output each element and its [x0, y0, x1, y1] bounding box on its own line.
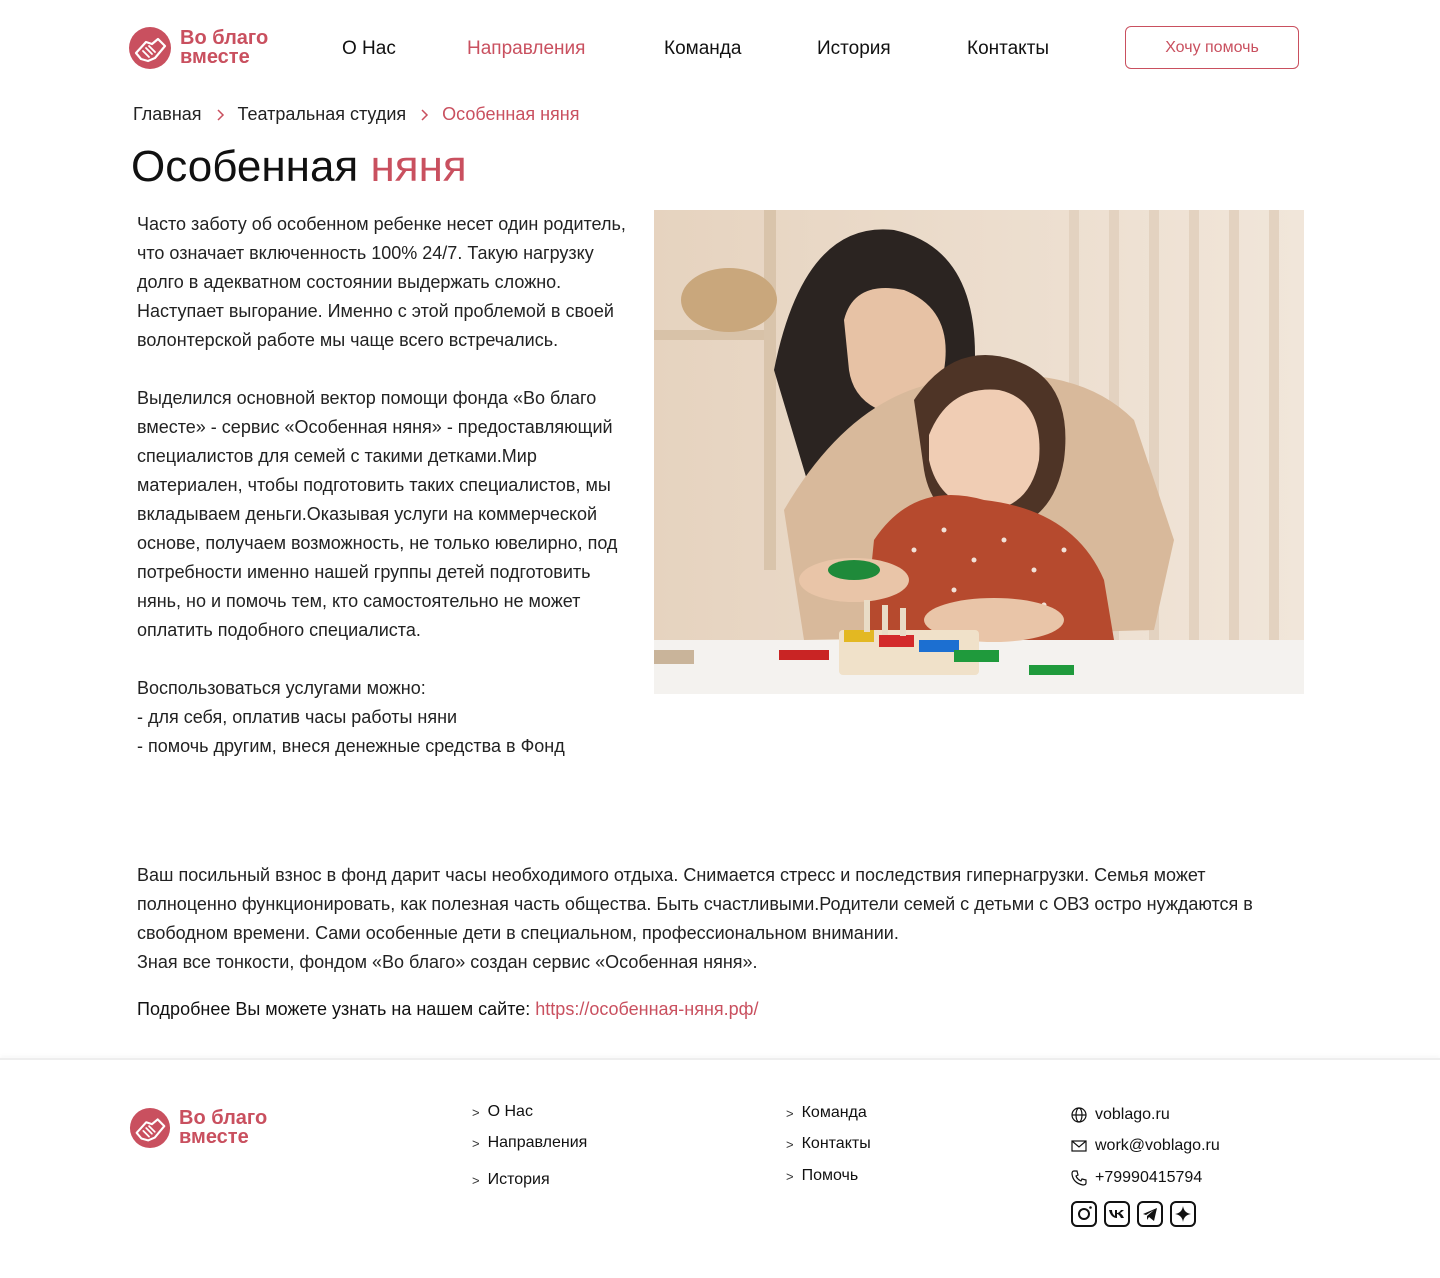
globe-icon [1071, 1107, 1087, 1123]
footer-link-help[interactable]: > Помочь [786, 1167, 858, 1185]
footer-link-label: История [487, 1171, 550, 1188]
wide-paragraph-2: Зная все тонкости, фондом «Во благо» соз… [137, 952, 758, 972]
more-info-label: Подробнее Вы можете узнать на нашем сайт… [137, 999, 531, 1019]
wide-text: Ваш посильный взнос в фонд дарит часы не… [137, 861, 1297, 977]
photo-illustration [654, 210, 1304, 694]
footer-link-directions[interactable]: > Направления [472, 1134, 587, 1152]
chevron-right-icon [216, 108, 224, 121]
footer-link-about[interactable]: > О Нас [472, 1103, 533, 1121]
help-button[interactable]: Хочу помочь [1125, 26, 1299, 69]
footer-logo-line2: вместе [179, 1126, 249, 1148]
footer-link-label: Помочь [801, 1167, 859, 1184]
services-item-1: - для себя, оплатив часы работы няни [137, 707, 458, 727]
more-info-link[interactable]: https://особенная-няня.рф/ [535, 999, 758, 1019]
social-links [1071, 1201, 1196, 1227]
paragraph-2: Выделился основной вектор помощи фонда «… [137, 388, 618, 640]
footer-link-label: Направления [487, 1134, 588, 1151]
footer-logo[interactable]: Во благо вместе [129, 1107, 267, 1149]
chevron-right-icon [421, 108, 429, 121]
nav-team[interactable]: Команда [664, 38, 741, 60]
page-title-accent: няня [370, 142, 467, 191]
page-title: Особенная няня [131, 142, 467, 192]
chevron-right-icon: > [786, 1105, 794, 1121]
logo-text: Во благо вместе [180, 28, 268, 68]
telegram-icon[interactable] [1137, 1201, 1163, 1227]
contact-email[interactable]: work@voblago.ru [1071, 1137, 1220, 1155]
breadcrumb-theatre-studio[interactable]: Театральная студия [238, 104, 407, 125]
instagram-icon[interactable] [1071, 1201, 1097, 1227]
chevron-right-icon: > [472, 1172, 480, 1188]
footer-link-contacts[interactable]: > Контакты [786, 1135, 871, 1153]
contact-email-label: work@voblago.ru [1095, 1137, 1220, 1154]
footer-link-label: О Нас [487, 1103, 533, 1120]
star-icon[interactable] [1170, 1201, 1196, 1227]
site-header: Во благо вместе О Нас Направления Команд… [0, 0, 1440, 100]
header-logo[interactable]: Во благо вместе [128, 26, 268, 70]
footer-logo-text: Во благо вместе [179, 1108, 267, 1148]
chevron-right-icon: > [472, 1104, 480, 1120]
intro-text: Часто заботу об особенном ребенке несет … [137, 210, 637, 761]
contact-phone-label: +79990415794 [1095, 1169, 1203, 1186]
logo-line2: вместе [180, 46, 250, 68]
contact-site[interactable]: voblago.ru [1071, 1106, 1170, 1124]
chevron-right-icon: > [786, 1168, 794, 1184]
nav-contacts[interactable]: Контакты [967, 38, 1049, 60]
mail-icon [1071, 1140, 1087, 1152]
services-list: Воспользоваться услугами можно: - для се… [137, 674, 637, 761]
footer-link-team[interactable]: > Команда [786, 1104, 867, 1122]
chevron-right-icon: > [472, 1135, 480, 1151]
nav-about[interactable]: О Нас [342, 38, 396, 60]
wide-paragraph-1: Ваш посильный взнос в фонд дарит часы не… [137, 865, 1253, 943]
photo-mother-and-child [654, 210, 1304, 694]
handshake-logo-icon [129, 1107, 171, 1149]
more-info: Подробнее Вы можете узнать на нашем сайт… [137, 995, 759, 1024]
footer-link-label: Команда [801, 1104, 867, 1121]
contact-site-label: voblago.ru [1095, 1106, 1170, 1123]
breadcrumb-home[interactable]: Главная [133, 104, 202, 125]
vk-icon[interactable] [1104, 1201, 1130, 1227]
services-intro: Воспользоваться услугами можно: [137, 678, 426, 698]
footer-link-history[interactable]: > История [472, 1171, 550, 1189]
breadcrumb: Главная Театральная студия Особенная нян… [133, 104, 579, 125]
chevron-right-icon: > [786, 1136, 794, 1152]
page-title-main: Особенная [131, 142, 359, 191]
nav-history[interactable]: История [817, 38, 891, 60]
contact-phone[interactable]: +79990415794 [1071, 1169, 1202, 1187]
phone-icon [1071, 1170, 1087, 1186]
footer-link-label: Контакты [801, 1135, 871, 1152]
nav-directions[interactable]: Направления [467, 38, 585, 60]
site-footer [0, 1058, 1440, 1278]
breadcrumb-current: Особенная няня [442, 104, 580, 124]
services-item-2: - помочь другим, внеся денежные средства… [137, 736, 565, 756]
handshake-logo-icon [129, 27, 171, 69]
paragraph-1: Часто заботу об особенном ребенке несет … [137, 214, 626, 350]
